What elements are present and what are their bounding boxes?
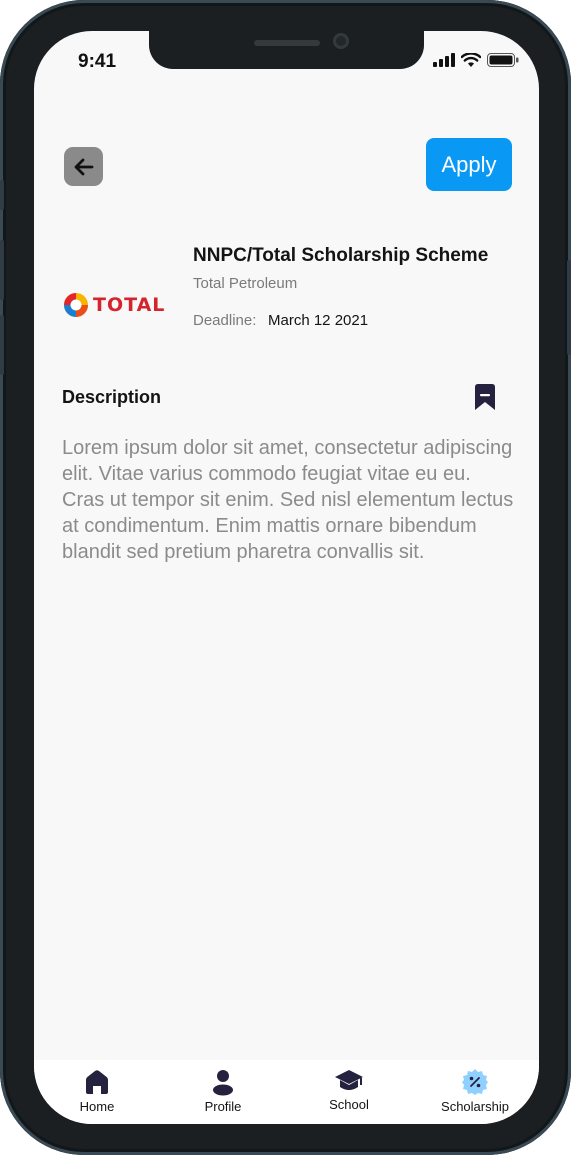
scholarship-title: NNPC/Total Scholarship Scheme [193, 245, 489, 266]
app-screen: 9:41 Apply TOTAL NNPC/Total Scholarship … [34, 31, 539, 1124]
nav-item-profile[interactable]: Profile [173, 1068, 273, 1114]
nav-item-school[interactable]: School [299, 1068, 399, 1112]
company-logo: TOTAL [63, 292, 165, 318]
notch [149, 31, 424, 69]
deadline-label: Deadline: [193, 312, 257, 329]
cellular-signal-icon [433, 53, 455, 67]
volume-down-button [0, 315, 4, 375]
nav-item-scholarship[interactable]: Scholarship [425, 1068, 525, 1114]
nav-label-school: School [329, 1097, 369, 1112]
apply-button[interactable]: Apply [426, 138, 512, 191]
description-text: Lorem ipsum dolor sit amet, consectetur … [62, 437, 514, 563]
battery-icon [487, 53, 519, 67]
bottom-navigation: Home Profile School Scholarship [34, 1060, 539, 1124]
power-button [567, 260, 571, 355]
company-name: Total Petroleum [193, 275, 298, 292]
speaker [254, 40, 320, 46]
nav-label-home: Home [79, 1099, 115, 1114]
discount-badge-icon [462, 1069, 488, 1095]
total-logo-icon [64, 293, 88, 317]
bookmark-button[interactable] [473, 383, 497, 416]
volume-up-button [0, 240, 4, 300]
nav-item-home[interactable]: Home [47, 1068, 147, 1114]
status-icons [433, 53, 519, 67]
user-icon [213, 1070, 233, 1096]
arrow-left-icon [74, 158, 93, 175]
phone-frame: 9:41 Apply TOTAL NNPC/Total Scholarship … [0, 0, 571, 1155]
nav-label-scholarship: Scholarship [441, 1099, 509, 1114]
back-button[interactable] [64, 147, 103, 186]
front-camera [333, 33, 349, 49]
status-time: 9:41 [78, 51, 117, 72]
home-icon [86, 1070, 108, 1094]
bookmark-icon [475, 384, 495, 410]
description-heading: Description [62, 387, 162, 407]
deadline-value: March 12 2021 [268, 312, 369, 329]
logo-text: TOTAL [93, 294, 166, 316]
nav-label-profile: Profile [204, 1099, 242, 1114]
mute-switch [0, 180, 4, 210]
graduation-cap-icon [335, 1070, 363, 1090]
wifi-icon [461, 53, 481, 67]
